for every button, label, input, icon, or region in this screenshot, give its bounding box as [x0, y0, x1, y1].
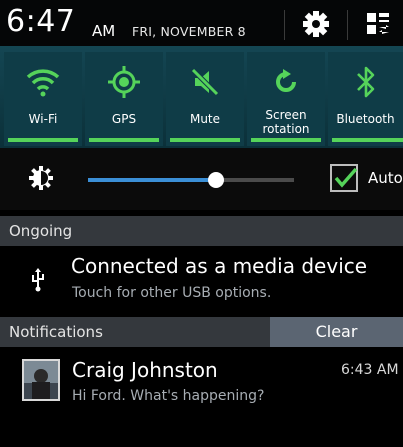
toggle-wifi[interactable]: Wi-Fi — [4, 52, 82, 146]
brightness-slider[interactable] — [88, 172, 294, 188]
quick-settings-panel: Wi-Fi GPS Mute Screen rotation Bluetooth — [0, 46, 403, 148]
toggle-label: GPS — [111, 112, 137, 126]
toggle-screen-rotation[interactable]: Screen rotation — [247, 52, 325, 146]
toggle-label: Wi-Fi — [28, 112, 58, 126]
brightness-slider-fill — [88, 178, 216, 182]
toggle-label: Mute — [189, 112, 221, 126]
notification-subtitle: Touch for other USB options. — [72, 285, 272, 301]
brightness-row: Auto — [0, 148, 403, 210]
wifi-icon — [4, 62, 82, 102]
notification-title: Connected as a media device — [71, 254, 368, 278]
notification-title: Craig Johnston — [72, 358, 218, 382]
status-header: 6:47 AM FRI, NOVEMBER 8 — [0, 0, 403, 46]
toggle-bluetooth[interactable]: Bluetooth — [328, 52, 403, 146]
toggle-on-indicator — [332, 138, 403, 142]
usb-notification[interactable]: Connected as a media device Touch for ot… — [0, 246, 403, 312]
rotation-icon — [247, 62, 325, 102]
brightness-slider-thumb[interactable] — [208, 172, 224, 188]
clock-time: 6:47 — [6, 4, 76, 39]
date-label: FRI, NOVEMBER 8 — [132, 24, 246, 39]
usb-icon — [30, 268, 46, 296]
section-title: Notifications — [9, 323, 103, 341]
clock-ampm: AM — [92, 22, 116, 40]
toggle-label: Bluetooth — [336, 112, 395, 126]
gear-icon[interactable] — [296, 6, 336, 42]
clear-button[interactable]: Clear — [270, 317, 403, 347]
toggle-on-indicator — [8, 138, 78, 142]
brightness-icon — [28, 165, 54, 195]
toggle-on-indicator — [170, 138, 240, 142]
message-notification[interactable]: Craig Johnston Hi Ford. What's happening… — [0, 347, 403, 419]
divider — [347, 10, 348, 40]
avatar — [22, 359, 60, 401]
auto-brightness-checkbox[interactable] — [330, 164, 358, 192]
auto-brightness-label: Auto — [368, 169, 403, 187]
gps-icon — [85, 62, 163, 102]
bluetooth-icon — [328, 62, 403, 102]
notification-time: 6:43 AM — [341, 362, 399, 378]
mute-icon — [166, 62, 244, 102]
section-header-notifications: Notifications Clear — [0, 317, 403, 347]
checkmark-icon — [334, 167, 358, 188]
toggle-mute[interactable]: Mute — [166, 52, 244, 146]
panel-switch-icon[interactable] — [358, 6, 398, 42]
toggle-on-indicator — [251, 138, 321, 142]
toggle-on-indicator — [89, 138, 159, 142]
notification-message: Hi Ford. What's happening? — [72, 388, 265, 404]
toggle-gps[interactable]: GPS — [85, 52, 163, 146]
section-header-ongoing: Ongoing — [0, 216, 403, 246]
divider — [284, 10, 285, 40]
section-title: Ongoing — [9, 222, 73, 240]
toggle-label: Screen rotation — [262, 108, 310, 136]
clear-button-label: Clear — [315, 322, 358, 341]
